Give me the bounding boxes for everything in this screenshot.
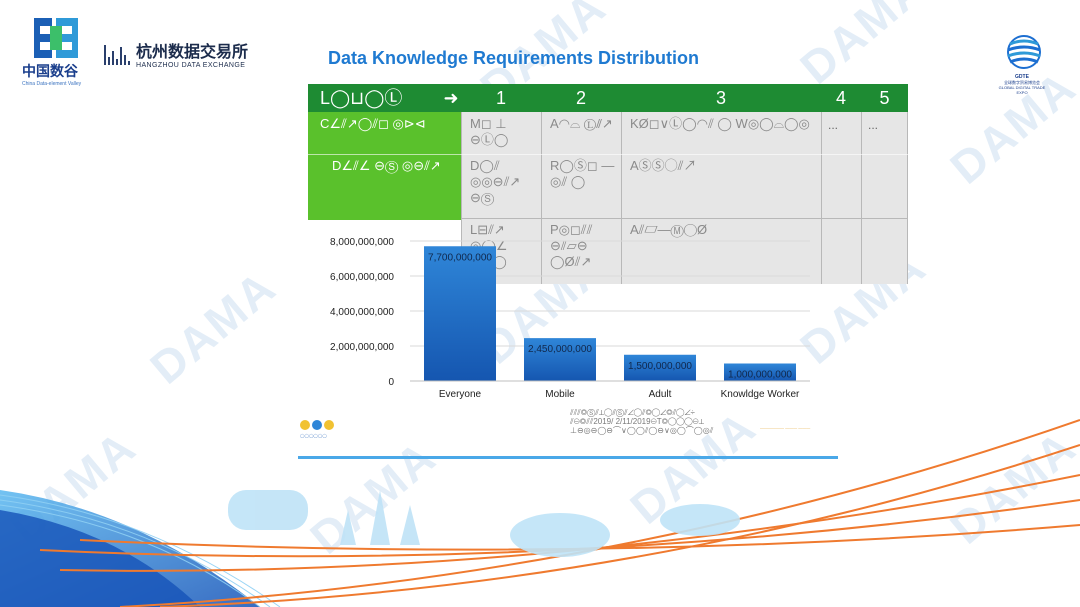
column-header-2: 2 <box>575 88 586 108</box>
table-cell: AⓈⓈ◯⫽↗ <box>630 158 697 173</box>
globe-icon <box>1007 35 1041 69</box>
column-header-4: 4 <box>835 88 846 108</box>
row-label-2: D∠⫽∠ ⊖Ⓢ ◎⊖⫽↗ <box>332 158 441 173</box>
x-tick-label: Mobile <box>545 389 575 400</box>
x-tick-label: Knowldge Worker <box>721 389 800 400</box>
exchange-en-text: HANGZHOU DATA EXCHANGE <box>136 62 246 69</box>
column-header-3: 3 <box>715 88 726 108</box>
x-tick-label: Adult <box>649 389 672 400</box>
table-cell: A◠⌓ Ⓛ⫽↗ <box>550 116 613 131</box>
table-header-first: L◯⊔◯Ⓛ <box>320 88 403 108</box>
table-cell: M◻ ⊥ ⊖Ⓛ◯ <box>470 116 509 147</box>
decorative-wave-banner <box>0 419 1080 607</box>
exchange-cn-text: 杭州数据交易所 <box>136 42 249 61</box>
bar-chart: 0 2,000,000,000 4,000,000,000 6,000,000,000… <box>330 237 810 400</box>
bar <box>424 246 496 381</box>
watermark: DAMA <box>790 0 936 94</box>
y-tick-label: 8,000,000,000 <box>330 237 394 248</box>
china-data-valley-logo: 中国数谷 China Data-element Valley <box>22 18 94 87</box>
column-header-1: 1 <box>495 88 506 108</box>
gdte-en-text: GLOBAL DIGITAL TRADE EXPO <box>998 85 1046 95</box>
hangzhou-exchange-logo: 杭州数据交易所 HANGZHOU DATA EXCHANGE <box>104 38 248 69</box>
page-title: Data Knowledge Requirements Distribution <box>328 48 700 68</box>
y-tick-label: 2,000,000,000 <box>330 342 394 353</box>
logo-cn-text: 中国数谷 <box>22 64 78 80</box>
table-cell: D◯⫽ ◎◎⊖⫽↗ ⊖Ⓢ <box>470 158 521 205</box>
data-valley-mark-icon <box>34 18 78 58</box>
y-tick-label: 6,000,000,000 <box>330 272 394 283</box>
table-cell: R◯Ⓢ◻ —◎⫽ ◯ <box>550 158 615 189</box>
ellipsis-cell: ... <box>868 118 879 132</box>
logo-en-text: China Data-element Valley <box>22 81 82 87</box>
gdte-logo: GDTE 全球数字贸易博览会 GLOBAL DIGITAL TRADE EXPO <box>998 34 1046 95</box>
data-label: 1,500,000,000 <box>628 361 692 372</box>
table-cell: KØ◻∨Ⓛ◯◠⫽ ◯ W◎◯⌓◯◎ <box>630 116 810 131</box>
exchange-bars-icon <box>104 43 130 65</box>
row-label-1: C∠⫽↗◯⫽◻ ◎⊳⊲ <box>320 116 426 131</box>
y-tick-label: 0 <box>388 377 394 388</box>
data-label: 7,700,000,000 <box>428 252 492 263</box>
x-tick-label: Everyone <box>439 389 482 400</box>
data-label: 2,450,000,000 <box>528 344 592 355</box>
column-header-5: 5 <box>879 88 890 108</box>
data-label: 1,000,000,000 <box>728 370 792 381</box>
watermark: DAMA <box>140 260 286 394</box>
ellipsis-cell: ... <box>828 118 839 132</box>
y-tick-label: 4,000,000,000 <box>330 307 394 318</box>
